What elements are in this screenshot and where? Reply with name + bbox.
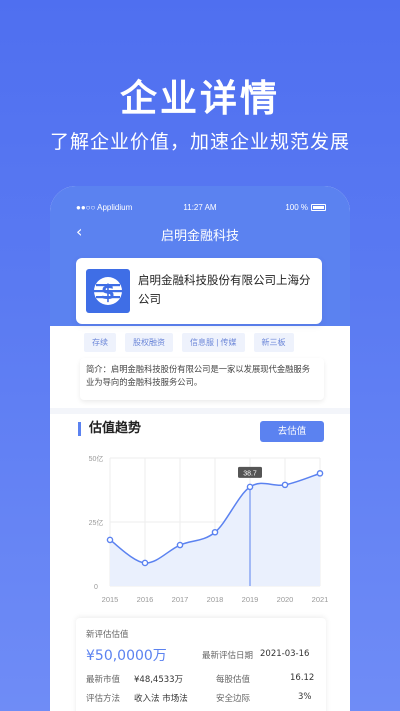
y-tick-label: 50亿 xyxy=(89,454,104,463)
battery-icon xyxy=(311,204,326,211)
margin-value: 3% xyxy=(298,692,312,702)
x-tick-label: 2016 xyxy=(137,595,154,604)
nav-title: 启明金融科技 xyxy=(160,229,239,244)
data-point xyxy=(316,470,324,477)
method-label: 评估方法 xyxy=(86,694,121,704)
data-point xyxy=(141,559,149,567)
company-intro: 简介：启明金融科技股份有限公司是一家以发展现代金融服务业为导向的金融科技服务公司… xyxy=(80,358,324,400)
svg-text:$: $ xyxy=(101,280,115,304)
section-divider xyxy=(50,408,350,414)
tag-market: 新三板 xyxy=(253,333,294,352)
x-tick-label: 2017 xyxy=(172,595,189,604)
market-value: ¥48,4533万 xyxy=(134,675,184,685)
eval-date-label: 最新评估日期 xyxy=(202,651,254,661)
x-tick-label: 2015 xyxy=(102,595,119,604)
valuation-card: 新评估估值 ¥50,0000万 最新评估日期 2021-03-16 最新市值 ¥… xyxy=(76,618,326,711)
battery-text: 100 % xyxy=(285,203,308,212)
valuation-value: ¥50,0000万 xyxy=(86,648,167,664)
method-value: 收入法 市场法 xyxy=(134,694,188,704)
tag-list: 存续 股权融资 信息服 | 传媒 新三板 xyxy=(84,333,294,352)
nav-bar: ‹ 启明金融科技 xyxy=(50,222,350,245)
estimate-button[interactable]: 去估值 xyxy=(260,421,324,442)
data-point xyxy=(211,528,219,536)
market-value-label: 最新市值 xyxy=(86,675,121,685)
y-tick-label: 0 xyxy=(94,584,98,591)
tag-financing: 股权融资 xyxy=(125,333,173,352)
y-tick-label: 25亿 xyxy=(89,518,104,527)
hero-title: 企业详情 xyxy=(120,77,280,120)
tag-status: 存续 xyxy=(84,333,116,352)
data-point xyxy=(176,541,184,549)
per-share: 16.12 xyxy=(290,673,315,683)
phone-mockup: ●●○○ Applidium 11:27 AM 100 % ‹ 启明金融科技 $… xyxy=(50,186,350,711)
x-tick-label: 2020 xyxy=(277,595,294,604)
company-logo-icon: $ xyxy=(86,269,130,313)
x-tick-label: 2021 xyxy=(312,595,328,604)
data-point xyxy=(281,481,289,489)
highlight-value-label: 38.7 xyxy=(243,470,257,477)
eval-date: 2021-03-16 xyxy=(260,649,310,659)
x-tick-label: 2019 xyxy=(242,595,259,604)
data-point xyxy=(246,483,254,491)
tag-industry: 信息服 | 传媒 xyxy=(182,333,245,352)
company-name: 启明金融科技股份有限公司上海分公司 xyxy=(138,273,311,306)
x-tick-label: 2018 xyxy=(207,595,224,604)
trend-title: 估值趋势 xyxy=(78,422,141,436)
hero-subtitle: 了解企业价值，加速企业规范发展 xyxy=(49,131,350,153)
margin-label: 安全边际 xyxy=(216,694,251,704)
status-bar: ●●○○ Applidium 11:27 AM 100 % xyxy=(50,201,350,215)
per-share-label: 每股估值 xyxy=(216,675,251,685)
battery-status: 100 % xyxy=(285,203,326,212)
company-card[interactable]: $ 启明金融科技股份有限公司上海分公司 xyxy=(76,258,322,324)
valuation-trend-chart: 50亿 25亿 0 2015 2016 2017 2018 2019 2020 2021 38.7 xyxy=(89,454,328,604)
data-point xyxy=(106,536,114,544)
valuation-label: 新评估估值 xyxy=(86,630,129,640)
